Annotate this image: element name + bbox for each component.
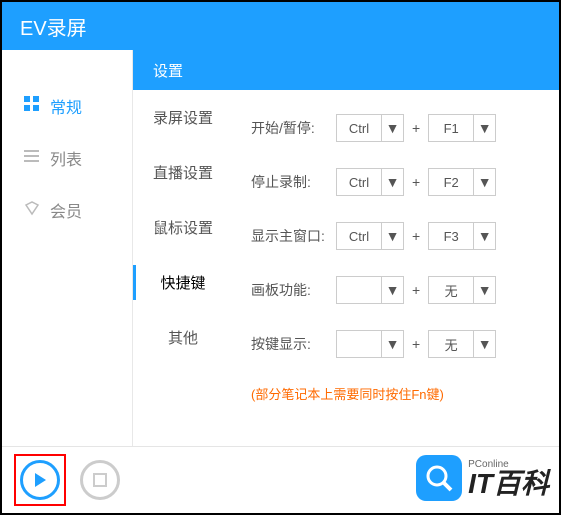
modifier-select[interactable]: Ctrl▼ bbox=[336, 114, 404, 142]
modifier-select[interactable]: ▼ bbox=[336, 276, 404, 304]
chevron-down-icon: ▼ bbox=[473, 277, 495, 303]
row-label: 画板功能: bbox=[251, 280, 336, 300]
settings-tabs: 录屏设置 直播设置 鼠标设置 快捷键 其他 bbox=[133, 90, 233, 448]
modifier-select[interactable]: ▼ bbox=[336, 330, 404, 358]
tab-other[interactable]: 其他 bbox=[133, 310, 233, 365]
row-label: 停止录制: bbox=[251, 172, 336, 192]
chevron-down-icon: ▼ bbox=[473, 115, 495, 141]
list-icon bbox=[24, 148, 40, 169]
settings-header: 设置 bbox=[133, 50, 559, 90]
magnifier-icon bbox=[416, 455, 462, 501]
hotkey-row-show-window: 显示主窗口: Ctrl▼ + F3▼ bbox=[251, 222, 541, 250]
row-label: 显示主窗口: bbox=[251, 226, 336, 246]
key-select[interactable]: F1▼ bbox=[428, 114, 496, 142]
footer: PConline IT百科 bbox=[2, 446, 559, 513]
settings-title: 设置 bbox=[153, 60, 183, 81]
tab-mouse[interactable]: 鼠标设置 bbox=[133, 200, 233, 255]
tab-recording[interactable]: 录屏设置 bbox=[133, 90, 233, 145]
row-label: 开始/暂停: bbox=[251, 118, 336, 138]
chevron-down-icon: ▼ bbox=[381, 331, 403, 357]
watermark: PConline IT百科 bbox=[416, 455, 549, 501]
key-select[interactable]: F3▼ bbox=[428, 222, 496, 250]
chevron-down-icon: ▼ bbox=[381, 223, 403, 249]
chevron-down-icon: ▼ bbox=[473, 331, 495, 357]
settings-panel: 设置 录屏设置 直播设置 鼠标设置 快捷键 其他 开始/暂停: Ctrl▼ + … bbox=[132, 50, 559, 448]
row-label: 按键显示: bbox=[251, 334, 336, 354]
tab-hotkeys[interactable]: 快捷键 bbox=[133, 255, 233, 310]
highlight-box bbox=[14, 454, 66, 506]
grid-icon bbox=[24, 96, 40, 117]
chevron-down-icon: ▼ bbox=[381, 115, 403, 141]
sidebar-item-label: 常规 bbox=[50, 94, 82, 118]
fn-key-note: (部分笔记本上需要同时按住Fn键) bbox=[251, 384, 541, 403]
diamond-icon bbox=[24, 200, 40, 221]
sidebar-item-label: 会员 bbox=[50, 198, 82, 222]
key-select[interactable]: 无▼ bbox=[428, 330, 496, 358]
stop-icon bbox=[93, 473, 107, 487]
play-button[interactable] bbox=[20, 460, 60, 500]
sidebar-item-label: 列表 bbox=[50, 146, 82, 170]
sidebar-item-general[interactable]: 常规 bbox=[2, 80, 132, 132]
hotkey-row-stop: 停止录制: Ctrl▼ + F2▼ bbox=[251, 168, 541, 196]
title-bar: EV录屏 bbox=[2, 2, 559, 50]
sidebar-item-list[interactable]: 列表 bbox=[2, 132, 132, 184]
app-title: EV录屏 bbox=[20, 12, 87, 41]
hotkey-row-start-pause: 开始/暂停: Ctrl▼ + F1▼ bbox=[251, 114, 541, 142]
stop-button[interactable] bbox=[80, 460, 120, 500]
key-select[interactable]: 无▼ bbox=[428, 276, 496, 304]
hotkey-row-draw: 画板功能: ▼ + 无▼ bbox=[251, 276, 541, 304]
chevron-down-icon: ▼ bbox=[473, 223, 495, 249]
sidebar-item-member[interactable]: 会员 bbox=[2, 184, 132, 236]
settings-content: 开始/暂停: Ctrl▼ + F1▼ 停止录制: Ctrl▼ + F2▼ 显示主… bbox=[233, 90, 559, 448]
chevron-down-icon: ▼ bbox=[381, 169, 403, 195]
chevron-down-icon: ▼ bbox=[473, 169, 495, 195]
play-icon bbox=[32, 472, 48, 488]
watermark-big: IT百科 bbox=[468, 470, 549, 498]
modifier-select[interactable]: Ctrl▼ bbox=[336, 168, 404, 196]
hotkey-row-keydisplay: 按键显示: ▼ + 无▼ bbox=[251, 330, 541, 358]
chevron-down-icon: ▼ bbox=[381, 277, 403, 303]
key-select[interactable]: F2▼ bbox=[428, 168, 496, 196]
modifier-select[interactable]: Ctrl▼ bbox=[336, 222, 404, 250]
sidebar: 常规 列表 会员 bbox=[2, 50, 132, 448]
tab-streaming[interactable]: 直播设置 bbox=[133, 145, 233, 200]
